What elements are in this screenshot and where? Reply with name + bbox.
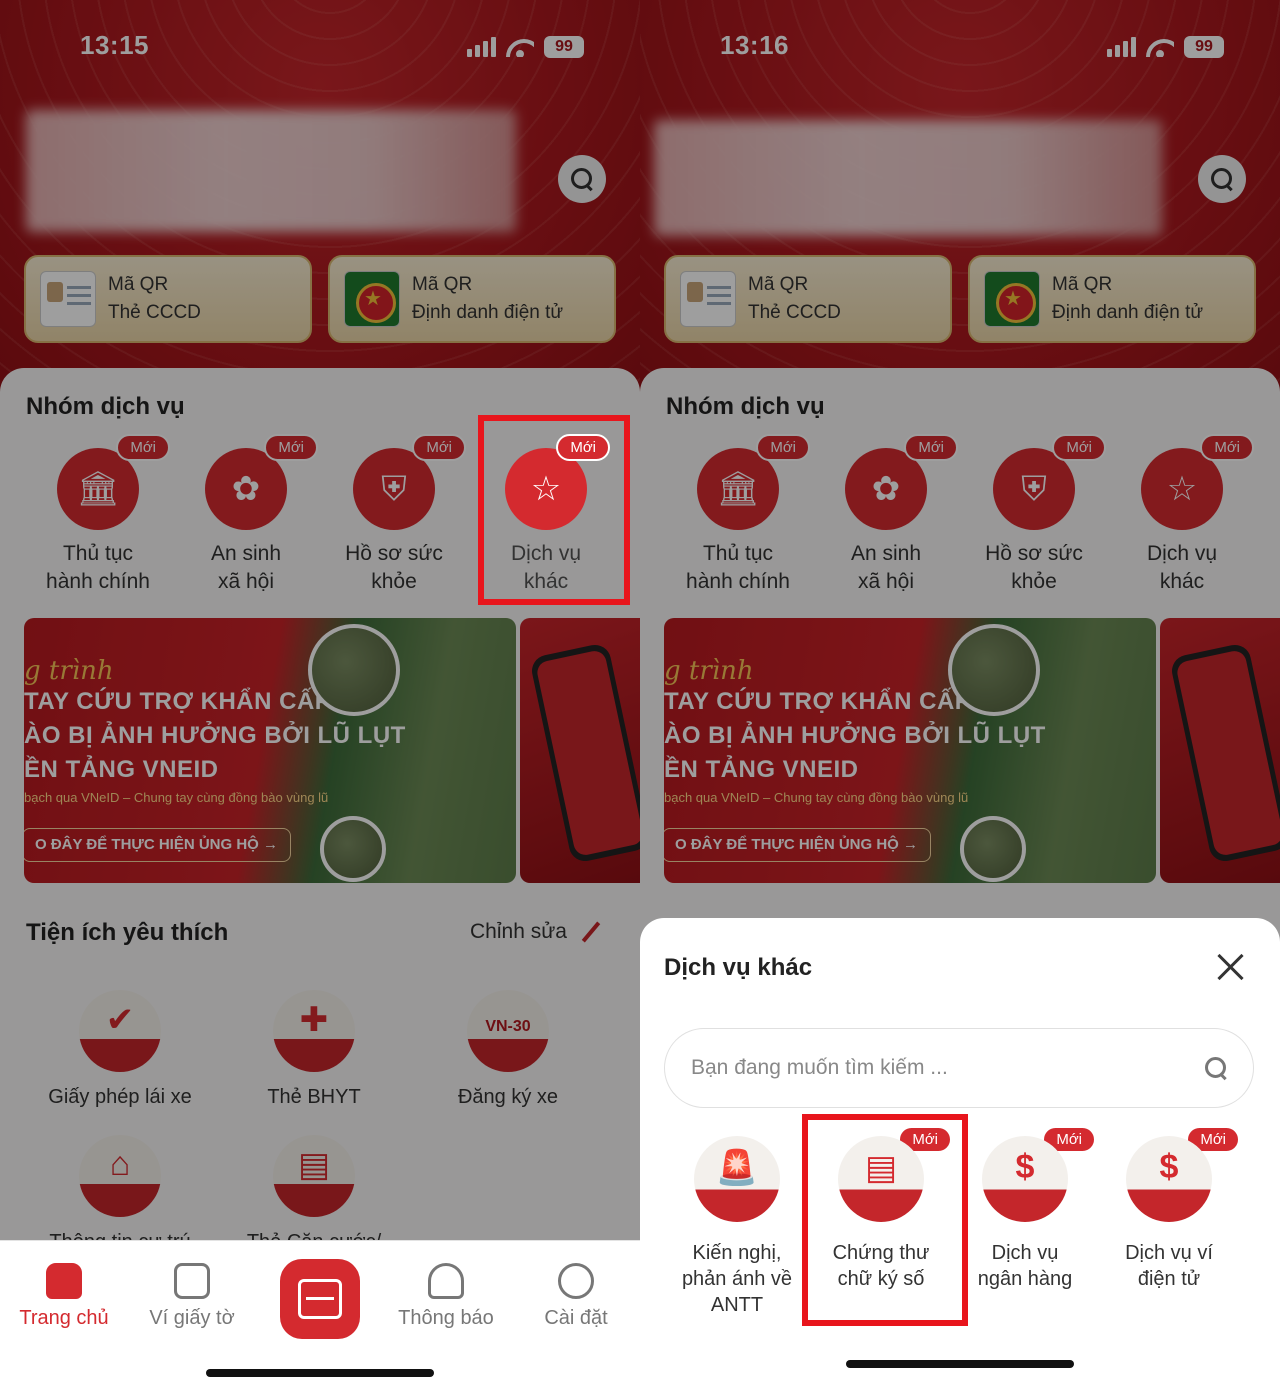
- tab-notifications[interactable]: Thông báo: [386, 1263, 506, 1330]
- tab-settings[interactable]: Cài đặt: [516, 1263, 636, 1330]
- tab-wallet[interactable]: Ví giấy tờ: [132, 1263, 252, 1330]
- bottom-tab-bar: Trang chủ Ví giấy tờ Thông báo Cài đặt: [0, 1240, 640, 1388]
- siren-icon: 🚨: [694, 1136, 780, 1222]
- item-label: Dịch vụ ví: [1125, 1242, 1213, 1264]
- scan-button[interactable]: [280, 1259, 360, 1339]
- tab-label: Thông báo: [398, 1307, 494, 1329]
- service-e-wallet[interactable]: Mới $ Dịch vụ ví điện tử: [1094, 1126, 1244, 1292]
- settings-icon: [558, 1263, 594, 1299]
- highlight-box: [478, 415, 630, 605]
- screenshot-comparison: 13:15 99 Mã QRThẻ CCCD Mã QRĐịnh danh đi…: [0, 0, 1280, 1388]
- bell-icon: [428, 1263, 464, 1299]
- tab-label: Trang chủ: [19, 1307, 109, 1329]
- item-label: điện tử: [1137, 1268, 1201, 1290]
- tab-home[interactable]: Trang chủ: [4, 1263, 124, 1330]
- item-label: ANTT: [710, 1294, 764, 1316]
- tab-label: Cài đặt: [544, 1307, 608, 1329]
- home-indicator: [206, 1369, 434, 1377]
- service-security-feedback[interactable]: 🚨 Kiến nghị, phản ánh về ANTT: [662, 1128, 812, 1318]
- e-wallet-icon: $: [1126, 1136, 1212, 1222]
- item-label: Kiến nghị,: [692, 1242, 782, 1264]
- service-banking[interactable]: Mới $ Dịch vụ ngân hàng: [950, 1126, 1100, 1292]
- other-services-bottom-sheet: Dịch vụ khác 🚨 Kiến nghị, phản ánh về ANTT…: [640, 918, 1280, 1388]
- sheet-title: Dịch vụ khác: [664, 954, 813, 981]
- tab-label: Ví giấy tờ: [149, 1307, 235, 1329]
- phone-other-services-sheet: 13:16 99 Mã QRThẻ CCCD Mã QRĐịnh danh đi…: [640, 0, 1280, 1388]
- search-input[interactable]: [691, 1029, 1191, 1107]
- item-label: phản ánh về: [681, 1268, 793, 1290]
- close-icon[interactable]: [1216, 952, 1246, 982]
- home-indicator: [846, 1360, 1074, 1368]
- home-icon: [46, 1263, 82, 1299]
- bank-icon: $: [982, 1136, 1068, 1222]
- highlight-box: [802, 1114, 968, 1326]
- dim-overlay: [0, 0, 640, 1240]
- item-label: Dịch vụ: [991, 1242, 1059, 1264]
- phone-home-screen: 13:15 99 Mã QRThẻ CCCD Mã QRĐịnh danh đi…: [0, 0, 640, 1388]
- item-label: ngân hàng: [977, 1268, 1073, 1290]
- sheet-search-field[interactable]: [664, 1028, 1254, 1108]
- wallet-icon: [174, 1263, 210, 1299]
- search-icon: [1205, 1057, 1227, 1079]
